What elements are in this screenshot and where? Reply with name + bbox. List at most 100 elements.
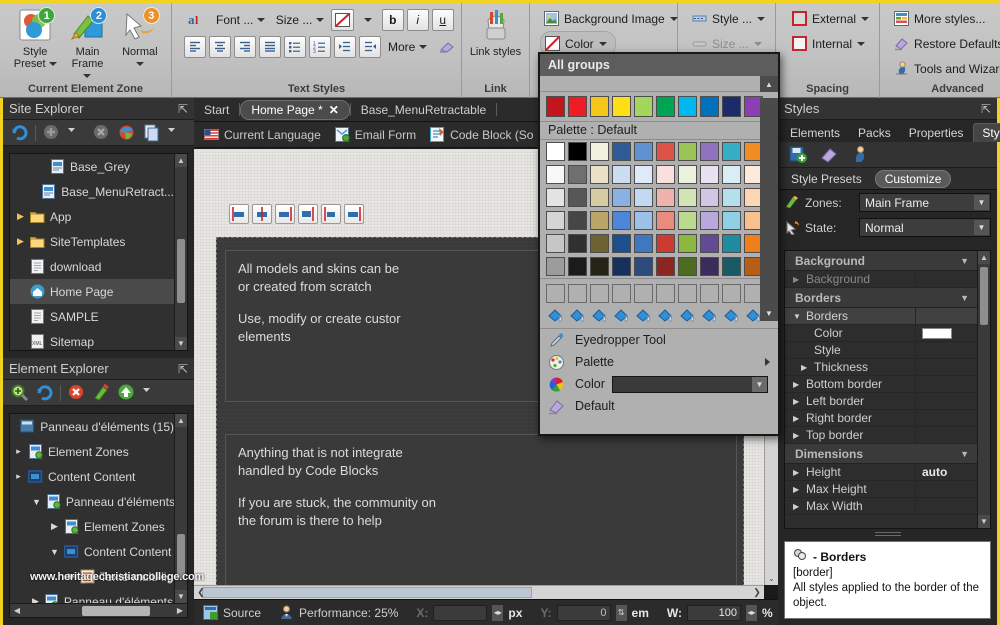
more-text-styles-dropdown[interactable]: More [384, 36, 431, 58]
color-swatch-empty[interactable] [612, 284, 631, 303]
indent-increase-button[interactable] [334, 36, 356, 58]
color-swatch[interactable] [678, 142, 697, 161]
source-button[interactable]: Source [194, 600, 270, 625]
color-swatch[interactable] [612, 188, 631, 207]
property-value-cell[interactable]: auto [915, 464, 977, 480]
scroll-up-arrow[interactable]: ▲ [175, 154, 187, 167]
document-tab[interactable]: Base_MenuRetractable [351, 100, 496, 120]
align-left-button[interactable] [184, 36, 206, 58]
normal-state-button[interactable]: 3 Normal [115, 6, 165, 70]
color-swatch[interactable] [546, 142, 565, 161]
color-swatch[interactable] [678, 211, 697, 230]
text-color-dropdown[interactable] [357, 9, 379, 31]
chevron-down-icon[interactable] [136, 62, 144, 66]
internal-spacing-button[interactable]: Internal [788, 31, 869, 56]
color-swatch[interactable] [612, 142, 631, 161]
property-row[interactable]: ▶Max Height [785, 481, 977, 498]
property-group-header[interactable]: Borders▼ [785, 288, 977, 308]
color-value-field[interactable]: ▼ [612, 376, 768, 393]
expand-twisty-icon[interactable]: ▶ [801, 363, 810, 372]
font-dropdown[interactable]: Font ... [212, 9, 269, 31]
property-value-cell[interactable] [915, 393, 977, 409]
property-value-cell[interactable] [915, 410, 977, 426]
color-menu-item[interactable]: Eyedropper Tool [540, 329, 778, 351]
restore-defaults-button[interactable]: Restore Defaults [890, 31, 1000, 56]
color-swatch[interactable] [568, 211, 587, 230]
align-justify-button[interactable] [259, 36, 281, 58]
color-swatch-empty[interactable] [656, 284, 675, 303]
color-swatch[interactable] [656, 96, 675, 117]
color-swatch[interactable] [546, 165, 565, 184]
color-swatch[interactable] [700, 96, 719, 117]
color-swatch[interactable] [568, 188, 587, 207]
color-swatch[interactable] [590, 142, 609, 161]
content-block-2[interactable]: Anything that is not integratehandled by… [225, 434, 737, 585]
w-stepper[interactable]: ◂▸ [746, 605, 757, 621]
chevron-down-icon[interactable] [67, 123, 86, 142]
color-swatch[interactable] [700, 165, 719, 184]
align-right-button[interactable] [234, 36, 256, 58]
color-swatch[interactable] [634, 211, 653, 230]
styles-segment[interactable]: Customize [875, 170, 952, 188]
expand-twisty-icon[interactable]: ▶ [68, 571, 75, 582]
x-coordinate-field[interactable]: X: ◂▸ px [407, 600, 531, 625]
property-row[interactable]: Style [785, 342, 977, 359]
color-swatch[interactable] [590, 165, 609, 184]
y-coordinate-field[interactable]: Y: 0 ⇅ em [531, 600, 657, 625]
expand-twisty-icon[interactable]: ▶ [16, 236, 25, 247]
styles-tab[interactable]: Packs [850, 124, 899, 142]
x-stepper[interactable]: ◂▸ [492, 605, 503, 621]
element-explorer-item[interactable]: Panneau d'éléments (15) [10, 414, 174, 439]
color-swatch[interactable] [656, 142, 675, 161]
custom-colors-row[interactable] [540, 278, 778, 307]
scroll-thumb[interactable] [177, 239, 185, 303]
color-swatch[interactable] [546, 257, 565, 276]
color-swatch-empty[interactable] [568, 284, 587, 303]
zoom-in-icon[interactable] [10, 383, 29, 402]
border-style-dropdown[interactable]: Style ... [688, 6, 769, 31]
background-image-button[interactable]: Background Image [540, 6, 682, 31]
w-input[interactable]: 100 [687, 605, 741, 621]
styles-segment[interactable]: Style Presets [782, 171, 871, 187]
element-explorer-item[interactable]: ▸Element Zones [10, 439, 174, 464]
chevron-down-icon[interactable]: ▼ [960, 449, 969, 459]
color-swatch[interactable] [700, 211, 719, 230]
color-swatch[interactable] [634, 188, 653, 207]
color-swatch[interactable] [568, 234, 587, 253]
color-swatch[interactable] [722, 211, 741, 230]
chevron-down-icon[interactable]: ▼ [960, 293, 969, 303]
site-explorer-item[interactable]: ▶App [10, 204, 174, 229]
color-swatch[interactable] [546, 188, 565, 207]
scroll-right-arrow[interactable]: ▶ [173, 606, 187, 615]
color-swatch[interactable] [612, 211, 631, 230]
property-row[interactable]: ▼Borders [785, 308, 977, 325]
color-swatch[interactable] [700, 188, 719, 207]
color-swatch[interactable] [590, 257, 609, 276]
element-quick-item[interactable]: Email Form [335, 127, 416, 142]
numbered-list-button[interactable]: 123 [309, 36, 331, 58]
color-swatch[interactable] [656, 188, 675, 207]
element-explorer-item[interactable]: ▶Element Zones [10, 514, 174, 539]
site-explorer-item[interactable]: XMLSitemap [10, 329, 174, 350]
expand-twisty-icon[interactable]: ▸ [14, 446, 23, 457]
styles-tab[interactable]: Elements [782, 124, 848, 142]
color-swatch[interactable] [656, 165, 675, 184]
property-row[interactable]: ▶Top border [785, 427, 977, 444]
paint-bucket-icon[interactable] [656, 307, 675, 324]
performance-indicator[interactable]: Performance: 25% [270, 600, 407, 625]
chevron-down-icon[interactable] [49, 62, 57, 66]
paint-bucket-icon[interactable] [678, 307, 697, 324]
color-swatch-empty[interactable] [590, 284, 609, 303]
italic-button[interactable]: i [407, 9, 429, 31]
paint-bucket-icon[interactable] [722, 307, 741, 324]
color-swatch[interactable] [634, 142, 653, 161]
color-swatch[interactable] [678, 96, 697, 117]
expand-twisty-icon[interactable]: ▶ [16, 211, 25, 222]
color-swatch-empty[interactable] [700, 284, 719, 303]
close-icon[interactable]: ✕ [329, 103, 339, 117]
expand-twisty-icon[interactable]: ▼ [50, 547, 59, 557]
paint-bucket-icon[interactable] [612, 307, 631, 324]
property-group-header[interactable]: Background▼ [785, 251, 977, 271]
expand-twisty-icon[interactable]: ▼ [793, 312, 802, 321]
property-row[interactable]: ▶Bottom border [785, 376, 977, 393]
